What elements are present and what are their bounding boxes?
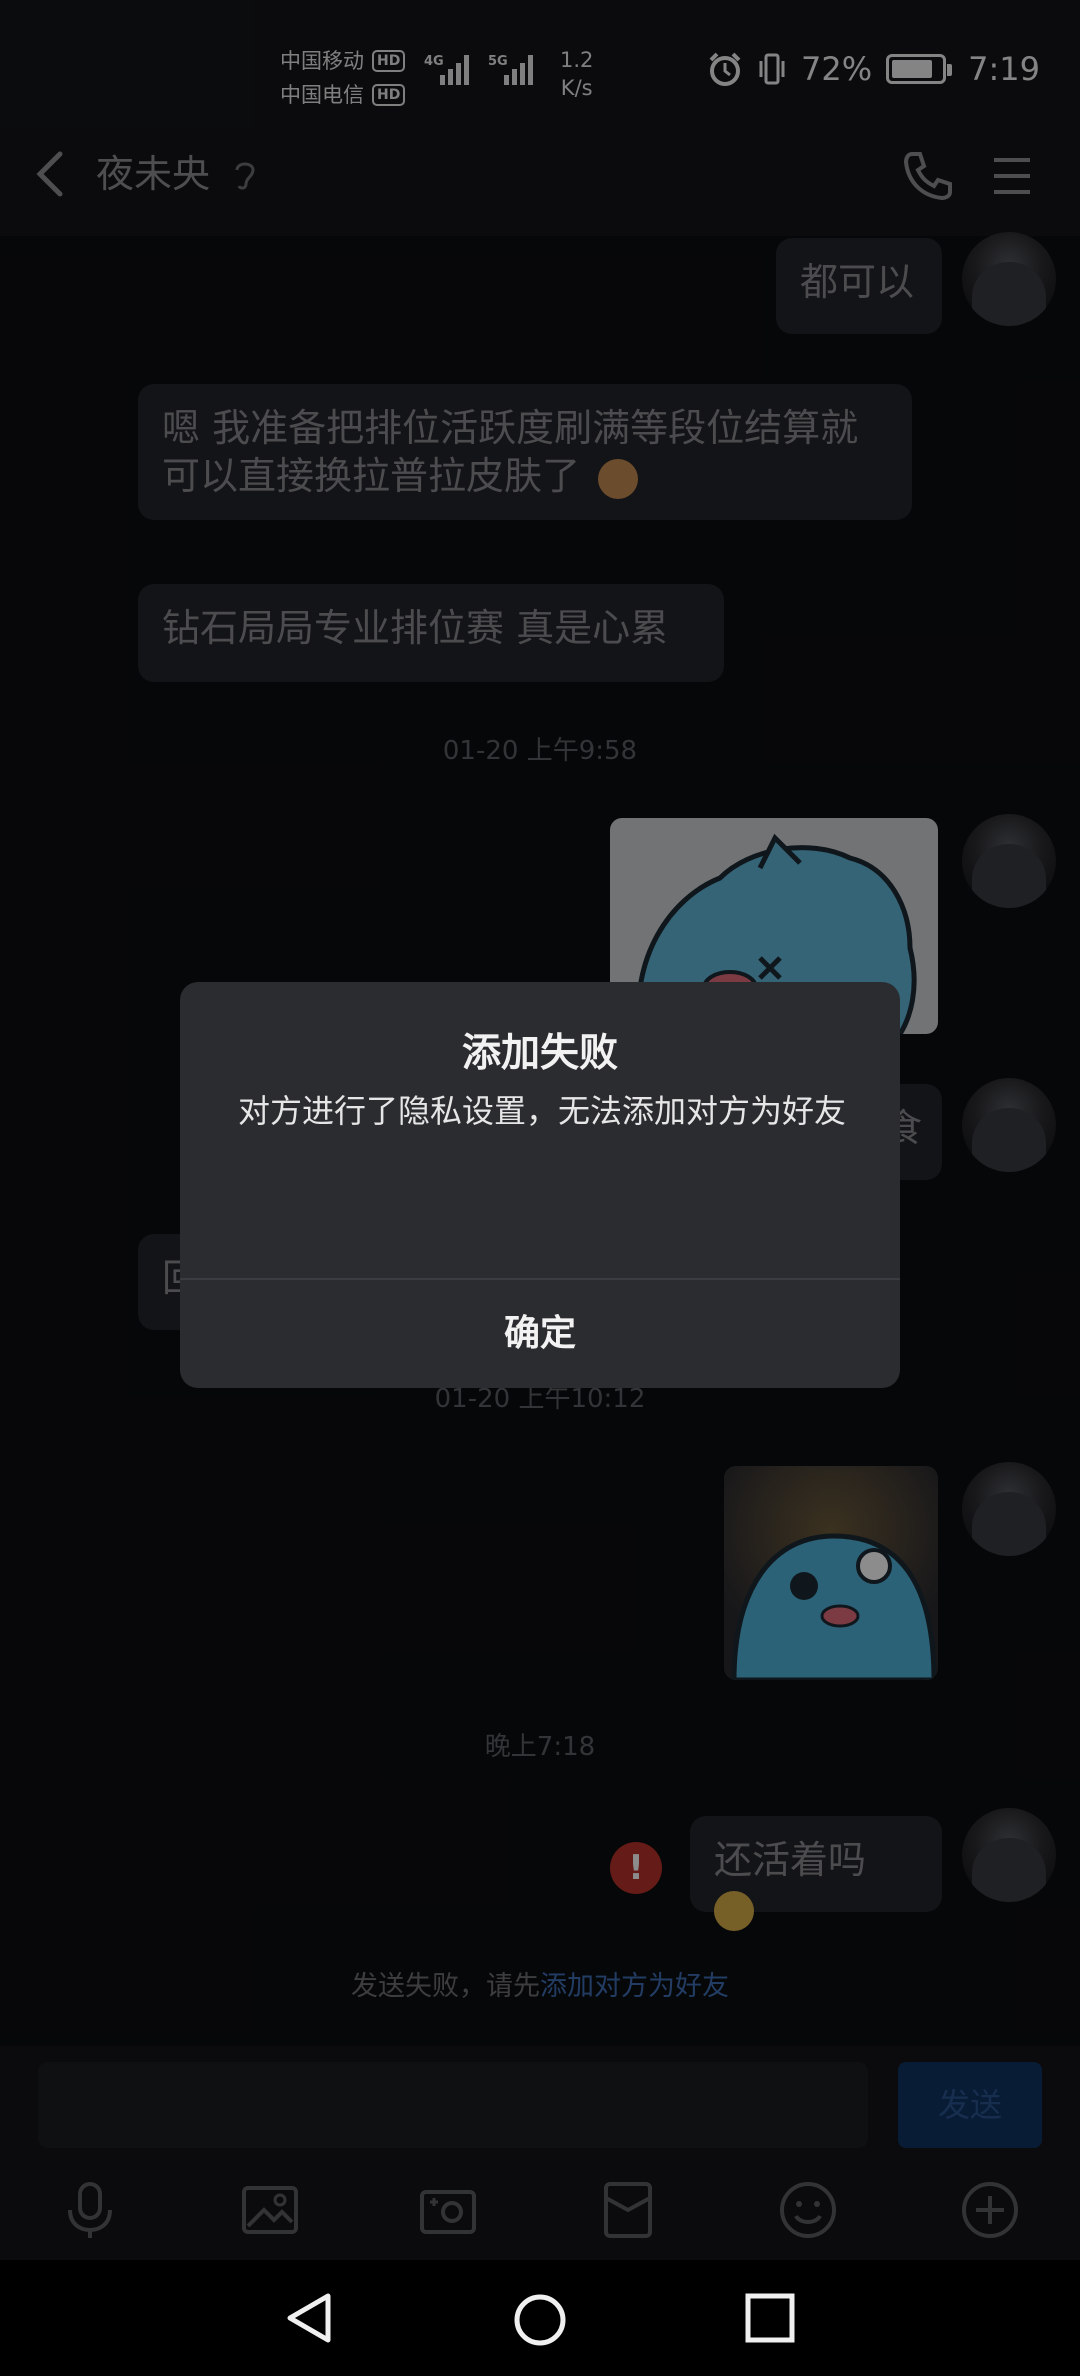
add-failed-dialog: 添加失败 对方进行了隐私设置，无法添加对方为好友 确定 — [180, 982, 900, 1388]
dialog-message: 对方进行了隐私设置，无法添加对方为好友 — [238, 1092, 847, 1130]
navigation-bar — [0, 2260, 1080, 2376]
confirm-button[interactable]: 确定 — [180, 1280, 900, 1388]
nav-back-icon[interactable] — [282, 2290, 336, 2346]
dialog-title: 添加失败 — [461, 1031, 618, 1076]
nav-recents-icon[interactable] — [744, 2292, 796, 2344]
nav-home-icon[interactable] — [512, 2292, 568, 2348]
